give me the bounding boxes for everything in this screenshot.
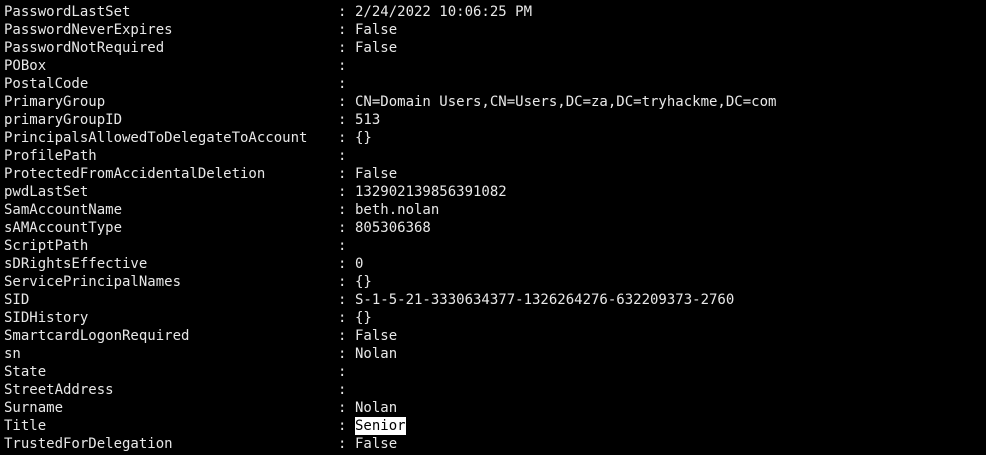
property-row: ProtectedFromAccidentalDeletion: False: [0, 165, 986, 183]
property-separator: :: [338, 328, 347, 344]
property-name: Surname: [4, 400, 64, 416]
property-separator: :: [338, 166, 347, 182]
property-row: PasswordLastSet:2/24/2022 10:06:25 PM: [0, 3, 986, 21]
property-value: {}: [355, 130, 372, 146]
property-row: ServicePrincipalNames: {}: [0, 273, 986, 291]
property-value: 132902139856391082: [355, 184, 507, 200]
property-separator: :: [338, 346, 347, 362]
property-row: TrustedForDelegation: False: [0, 435, 986, 453]
property-value: False: [355, 436, 398, 452]
property-row: PasswordNotRequired: False: [0, 39, 986, 57]
property-name: POBox: [4, 58, 47, 74]
property-name: StreetAddress: [4, 382, 114, 398]
property-separator: :: [338, 274, 347, 290]
property-separator: :: [338, 238, 347, 254]
property-row: Surname: Nolan: [0, 399, 986, 417]
property-separator: :: [338, 112, 347, 128]
property-row: PostalCode:: [0, 75, 986, 93]
property-separator: :: [338, 130, 347, 146]
property-value: Nolan: [355, 346, 398, 362]
property-row: SID: S-1-5-21-3330634377-1326264276-63220…: [0, 291, 986, 309]
property-separator: :: [338, 220, 347, 236]
property-row: sn: Nolan: [0, 345, 986, 363]
property-name: sn: [4, 346, 21, 362]
property-row: StreetAddress:: [0, 381, 986, 399]
property-row: POBox:: [0, 57, 986, 75]
property-separator: :: [338, 202, 347, 218]
property-name: ProtectedFromAccidentalDeletion: [4, 166, 266, 182]
property-row: Title: Senior: [0, 417, 986, 435]
property-separator: :: [338, 310, 347, 326]
property-name: ProfilePath: [4, 148, 97, 164]
property-row: ScriptPath:: [0, 237, 986, 255]
property-list: PasswordLastSet:2/24/2022 10:06:25 PM Pas…: [0, 3, 986, 453]
property-separator: :: [338, 40, 347, 56]
property-name: Title: [4, 418, 47, 434]
property-row: SamAccountName: beth.nolan: [0, 201, 986, 219]
property-name: ScriptPath: [4, 238, 89, 254]
property-separator: :: [338, 256, 347, 272]
property-name: PasswordNotRequired: [4, 40, 165, 56]
property-value: beth.nolan: [355, 202, 440, 218]
property-separator: :: [338, 76, 347, 92]
property-name: PasswordNeverExpires: [4, 22, 173, 38]
property-value: S-1-5-21-3330634377-1326264276-632209373…: [355, 292, 735, 308]
property-row: sDRightsEffective:0: [0, 255, 986, 273]
property-name: TrustedForDelegation: [4, 436, 173, 452]
property-separator: :: [338, 148, 347, 164]
property-value: 805306368: [355, 220, 431, 236]
property-row: pwdLastSet:132902139856391082: [0, 183, 986, 201]
property-value: False: [355, 22, 398, 38]
terminal-window[interactable]: PasswordLastSet:2/24/2022 10:06:25 PM Pas…: [0, 0, 986, 455]
property-name: sAMAccountType: [4, 220, 123, 236]
property-row: SIDHistory: {}: [0, 309, 986, 327]
property-separator: :: [338, 418, 347, 434]
property-value: Nolan: [355, 400, 398, 416]
property-row: ProfilePath:: [0, 147, 986, 165]
property-row: primaryGroupID:513: [0, 111, 986, 129]
property-row: SmartcardLogonRequired: False: [0, 327, 986, 345]
property-name: SIDHistory: [4, 310, 89, 326]
property-separator: :: [338, 382, 347, 398]
property-value: 2/24/2022 10:06:25 PM: [355, 4, 533, 20]
property-name: PrincipalsAllowedToDelegateToAccount: [4, 130, 308, 146]
property-name: SamAccountName: [4, 202, 123, 218]
property-value: 513: [355, 112, 381, 128]
property-value: False: [355, 166, 398, 182]
property-row: PasswordNeverExpires: False: [0, 21, 986, 39]
property-row: PrimaryGroup: CN=Domain Users,CN=Users,DC…: [0, 93, 986, 111]
property-name: sDRightsEffective: [4, 256, 148, 272]
property-separator: :: [338, 4, 347, 20]
property-value: {}: [355, 274, 372, 290]
selected-property-value[interactable]: Senior: [355, 417, 406, 435]
property-name: SmartcardLogonRequired: [4, 328, 190, 344]
property-row: PrincipalsAllowedToDelegateToAccount: {}: [0, 129, 986, 147]
property-name: pwdLastSet: [4, 184, 89, 200]
property-row: State:: [0, 363, 986, 381]
property-separator: :: [338, 400, 347, 416]
property-value: {}: [355, 310, 372, 326]
property-value: False: [355, 328, 398, 344]
property-name: SID: [4, 292, 30, 308]
property-value: False: [355, 40, 398, 56]
property-value: 0: [355, 256, 364, 272]
property-separator: :: [338, 94, 347, 110]
property-separator: :: [338, 292, 347, 308]
property-name: PasswordLastSet: [4, 4, 131, 20]
property-separator: :: [338, 58, 347, 74]
property-separator: :: [338, 364, 347, 380]
property-separator: :: [338, 436, 347, 452]
property-value: CN=Domain Users,CN=Users,DC=za,DC=tryhac…: [355, 94, 777, 110]
property-separator: :: [338, 184, 347, 200]
property-row: sAMAccountType:805306368: [0, 219, 986, 237]
property-name: PrimaryGroup: [4, 94, 106, 110]
property-name: PostalCode: [4, 76, 89, 92]
property-separator: :: [338, 22, 347, 38]
property-name: State: [4, 364, 47, 380]
property-name: primaryGroupID: [4, 112, 123, 128]
property-name: ServicePrincipalNames: [4, 274, 182, 290]
